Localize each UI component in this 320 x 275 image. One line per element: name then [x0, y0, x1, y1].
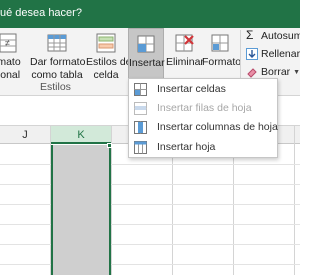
menu-item-insert-columns-label: Insertar columnas de hoja: [157, 121, 278, 133]
styles-group-label: Estilos: [40, 81, 71, 93]
menu-item-insert-rows: Insertar filas de hoja: [129, 99, 277, 118]
menu-item-insert-sheet-label: Insertar hoja: [157, 141, 216, 153]
column-header-k[interactable]: K: [51, 126, 111, 144]
menu-item-insert-columns[interactable]: Insertar columnas de hoja: [129, 118, 278, 137]
gridline: [0, 264, 300, 265]
fill-label-text: Rellenar: [261, 48, 300, 60]
column-j-label: J: [22, 129, 28, 141]
insert-cells-icon: [134, 83, 147, 96]
excel-window: ué desea hacer? ≠ mato ional Dar formato…: [0, 0, 300, 275]
table-format-icon: [47, 34, 67, 52]
menu-item-insert-cells-label: Insertar celdas: [157, 83, 226, 95]
delete-label: Eliminar: [166, 56, 204, 68]
gridline: [0, 204, 300, 205]
svg-text:≠: ≠: [5, 38, 10, 48]
tell-me-text: ué desea hacer?: [0, 7, 82, 19]
clear-label-text: Borrar: [261, 66, 291, 78]
delete-cells-icon: [175, 34, 194, 52]
conditional-format-button[interactable]: ≠ mato ional: [0, 28, 24, 94]
menu-item-insert-rows-label: Insertar filas de hoja: [157, 102, 252, 114]
fill-down-icon: [246, 48, 258, 60]
insert-sheet-icon: [134, 141, 147, 154]
eraser-icon: [247, 68, 257, 78]
column-header-j[interactable]: J: [0, 126, 50, 144]
insert-cells-icon: [137, 35, 155, 53]
cell-styles-label-1: Estilos de: [86, 56, 132, 68]
gridline: [0, 224, 300, 225]
format-cells-icon: [211, 34, 229, 52]
gridline: [0, 184, 300, 185]
gridline: [0, 244, 300, 245]
selected-column-k[interactable]: [51, 145, 111, 275]
gridline: [0, 164, 300, 165]
insert-rows-icon: [134, 102, 147, 115]
fill-handle[interactable]: [107, 143, 112, 148]
gridline: [111, 126, 112, 275]
sigma-icon: Σ: [246, 28, 254, 42]
gridline: [294, 126, 295, 275]
format-as-table-label-1: Dar formato: [30, 56, 86, 68]
cell-styles-button[interactable]: Estilos de celda: [86, 28, 132, 94]
cell-styles-icon: [96, 33, 116, 53]
cell-styles-label-2: celda: [93, 69, 119, 81]
format-as-table-label-2: como tabla: [31, 69, 83, 81]
tell-me-bar[interactable]: ué desea hacer?: [0, 0, 300, 28]
conditional-format-label-2: ional: [0, 69, 21, 81]
insert-label: Insertar: [129, 57, 165, 69]
conditional-format-label-1: mato: [0, 56, 21, 68]
fill-label: Rellenar ▼: [261, 48, 300, 60]
column-k-label: K: [77, 129, 85, 141]
clear-label: Borrar ▼: [261, 66, 300, 78]
insert-columns-icon: [134, 121, 147, 134]
menu-item-insert-cells[interactable]: Insertar celdas: [129, 80, 277, 99]
insert-dropdown-menu: Insertar celdas Insertar filas de hoja I…: [128, 78, 278, 158]
conditional-format-icon: ≠: [0, 33, 17, 53]
menu-item-insert-sheet[interactable]: Insertar hoja: [129, 138, 277, 157]
format-label: Formato: [202, 56, 242, 68]
autosum-label: Autosuma: [261, 30, 300, 42]
